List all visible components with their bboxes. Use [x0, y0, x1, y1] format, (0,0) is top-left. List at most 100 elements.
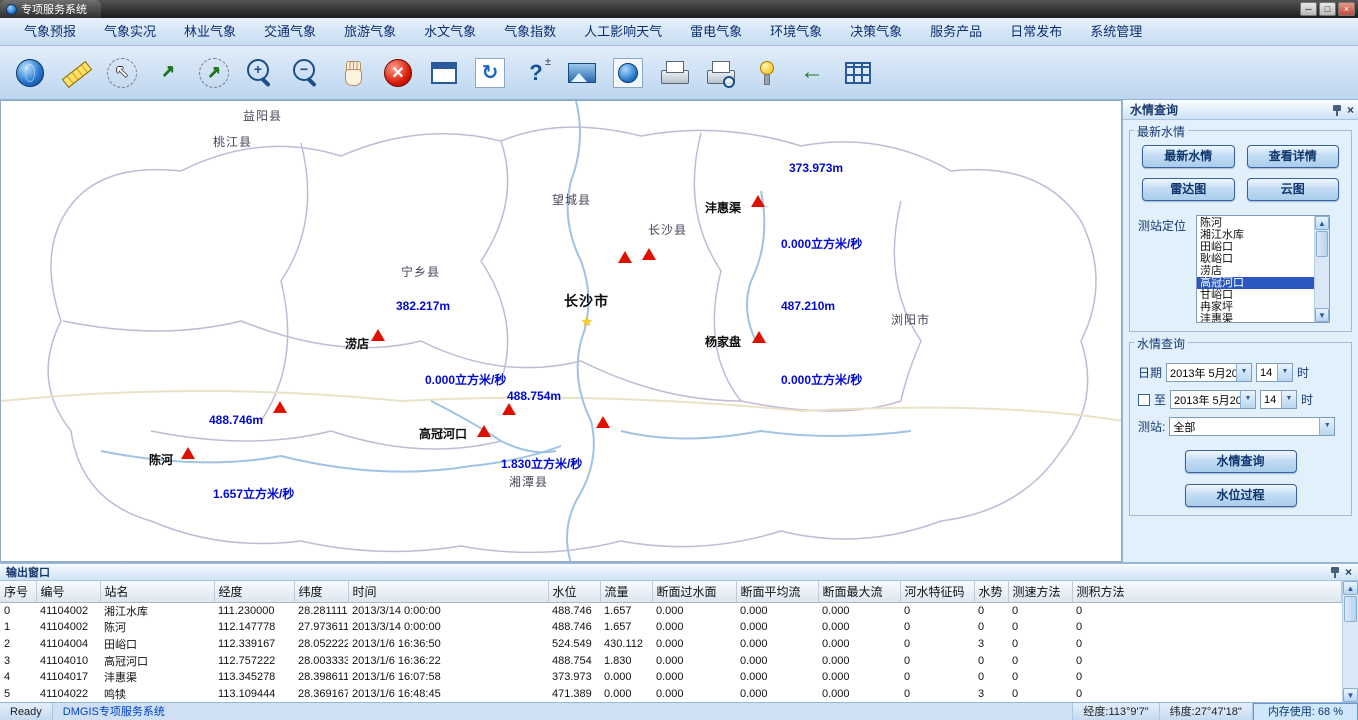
table-cell[interactable]: 0 — [974, 602, 1008, 619]
chevron-down-icon[interactable]: ▼ — [1319, 418, 1334, 435]
table-cell[interactable]: 0 — [1008, 652, 1072, 669]
station-marker[interactable] — [273, 401, 287, 413]
chevron-down-icon[interactable]: ▼ — [1240, 391, 1255, 408]
menu-item-7[interactable]: 气象指数 — [490, 18, 570, 46]
identify-button[interactable] — [516, 53, 556, 93]
measure-button[interactable] — [56, 53, 96, 93]
table-cell[interactable]: 0.000 — [818, 652, 900, 669]
column-header[interactable]: 时间 — [348, 581, 548, 602]
station-marker[interactable] — [751, 195, 765, 207]
column-header[interactable]: 断面过水面 — [652, 581, 736, 602]
table-cell[interactable]: 0 — [900, 652, 974, 669]
table-cell[interactable]: 1.657 — [600, 619, 652, 636]
table-cell[interactable]: 3 — [974, 636, 1008, 653]
close-icon[interactable]: × — [1345, 566, 1352, 578]
column-header[interactable]: 断面最大流 — [818, 581, 900, 602]
table-cell[interactable]: 41104022 — [36, 685, 100, 702]
table-row[interactable]: 041104002湘江水库111.23000028.2811112013/3/1… — [0, 602, 1342, 619]
table-cell[interactable]: 111.230000 — [214, 602, 294, 619]
table-cell[interactable]: 471.389 — [548, 685, 600, 702]
map-canvas[interactable]: 益阳县桃江县宁乡县望城县长沙县长沙市浏阳市湘潭县涝店沣惠渠杨家盘高冠河口陈河37… — [0, 100, 1122, 562]
station-list-item[interactable]: 甘峪口 — [1197, 289, 1314, 301]
station-marker[interactable] — [502, 403, 516, 415]
station-marker[interactable] — [642, 248, 656, 260]
station-list-item[interactable]: 田峪口 — [1197, 241, 1314, 253]
table-cell[interactable]: 1 — [0, 619, 36, 636]
to-date-checkbox[interactable] — [1138, 394, 1150, 406]
table-cell[interactable]: 0 — [1008, 602, 1072, 619]
column-header[interactable]: 纬度 — [294, 581, 348, 602]
column-header[interactable]: 水位 — [548, 581, 600, 602]
table-cell[interactable]: 0 — [900, 619, 974, 636]
date-combo[interactable]: 2013年 5月20日 ▼ — [1166, 363, 1252, 382]
table-cell[interactable]: 430.112 — [600, 636, 652, 653]
table-row[interactable]: 441104017沣惠渠113.34527828.3986112013/1/6 … — [0, 669, 1342, 686]
listbox-scrollbar[interactable]: ▲ ▼ — [1314, 216, 1329, 322]
station-listbox[interactable]: 陈河湘江水库田峪口耿峪口涝店高冠河口甘峪口冉家坪沣惠渠 ▲ ▼ — [1196, 215, 1330, 323]
table-cell[interactable]: 0.000 — [818, 669, 900, 686]
water-query-button[interactable]: 水情查询 — [1185, 450, 1297, 473]
table-cell[interactable]: 0 — [1072, 652, 1342, 669]
table-cell[interactable]: 0.000 — [652, 669, 736, 686]
table-cell[interactable]: 0.000 — [736, 652, 818, 669]
latest-water-button[interactable]: 最新水情 — [1142, 145, 1235, 168]
table-cell[interactable]: 41104002 — [36, 602, 100, 619]
minimize-button[interactable]: ─ — [1300, 2, 1317, 16]
end-hour-combo[interactable]: 14 ▼ — [1260, 390, 1297, 409]
scroll-thumb[interactable] — [1316, 231, 1328, 257]
table-cell[interactable]: 0 — [900, 669, 974, 686]
chevron-down-icon[interactable]: ▼ — [1281, 391, 1296, 408]
table-cell[interactable]: 1.657 — [600, 602, 652, 619]
refresh-button[interactable] — [470, 53, 510, 93]
zoomout-button[interactable] — [286, 53, 326, 93]
column-header[interactable]: 水势 — [974, 581, 1008, 602]
table-cell[interactable]: 28.398611 — [294, 669, 348, 686]
image-button[interactable] — [562, 53, 602, 93]
table-cell[interactable]: 41104010 — [36, 652, 100, 669]
scroll-down-icon[interactable]: ▼ — [1315, 308, 1329, 322]
table-cell[interactable]: 0 — [0, 602, 36, 619]
station-marker[interactable] — [596, 416, 610, 428]
table-cell[interactable]: 112.339167 — [214, 636, 294, 653]
table-cell[interactable]: 373.973 — [548, 669, 600, 686]
column-header[interactable]: 流量 — [600, 581, 652, 602]
station-list-item[interactable]: 涝店 — [1197, 265, 1314, 277]
water-level-process-button[interactable]: 水位过程 — [1185, 484, 1297, 507]
menu-item-12[interactable]: 服务产品 — [916, 18, 996, 46]
table-cell[interactable]: 2 — [0, 636, 36, 653]
menu-item-14[interactable]: 系统管理 — [1076, 18, 1156, 46]
table-cell[interactable]: 28.052222 — [294, 636, 348, 653]
cloud-image-button[interactable]: 云图 — [1247, 178, 1340, 201]
table-cell[interactable]: 113.345278 — [214, 669, 294, 686]
table-cell[interactable]: 28.003333 — [294, 652, 348, 669]
table-cell[interactable]: 112.147778 — [214, 619, 294, 636]
table-cell[interactable]: 0 — [900, 685, 974, 702]
table-cell[interactable]: 488.746 — [548, 602, 600, 619]
column-header[interactable]: 断面平均流 — [736, 581, 818, 602]
table-cell[interactable]: 0 — [974, 652, 1008, 669]
table-cell[interactable]: 0 — [1008, 669, 1072, 686]
end-date-combo[interactable]: 2013年 5月20日 ▼ — [1170, 390, 1256, 409]
menu-item-10[interactable]: 环境气象 — [756, 18, 836, 46]
station-marker[interactable] — [477, 425, 491, 437]
table-cell[interactable]: 3 — [974, 685, 1008, 702]
table-cell[interactable]: 0.000 — [736, 636, 818, 653]
table-cell[interactable]: 陈河 — [100, 619, 214, 636]
menu-item-6[interactable]: 水文气象 — [410, 18, 490, 46]
table-cell[interactable]: 0 — [900, 602, 974, 619]
scroll-down-icon[interactable]: ▼ — [1343, 688, 1358, 702]
maximize-button[interactable]: □ — [1319, 2, 1336, 16]
table-cell[interactable]: 0 — [974, 669, 1008, 686]
table-cell[interactable]: 2013/1/6 16:48:45 — [348, 685, 548, 702]
table-cell[interactable]: 0.000 — [736, 619, 818, 636]
column-header[interactable]: 测积方法 — [1072, 581, 1342, 602]
selectg-button[interactable] — [194, 53, 234, 93]
chevron-down-icon[interactable]: ▼ — [1236, 364, 1251, 381]
view-details-button[interactable]: 查看详情 — [1247, 145, 1340, 168]
table-cell[interactable]: 0 — [1072, 636, 1342, 653]
table-cell[interactable]: 41104017 — [36, 669, 100, 686]
menu-item-4[interactable]: 交通气象 — [250, 18, 330, 46]
menu-item-2[interactable]: 气象实况 — [90, 18, 170, 46]
column-header[interactable]: 测速方法 — [1008, 581, 1072, 602]
radar-chart-button[interactable]: 雷达图 — [1142, 178, 1235, 201]
